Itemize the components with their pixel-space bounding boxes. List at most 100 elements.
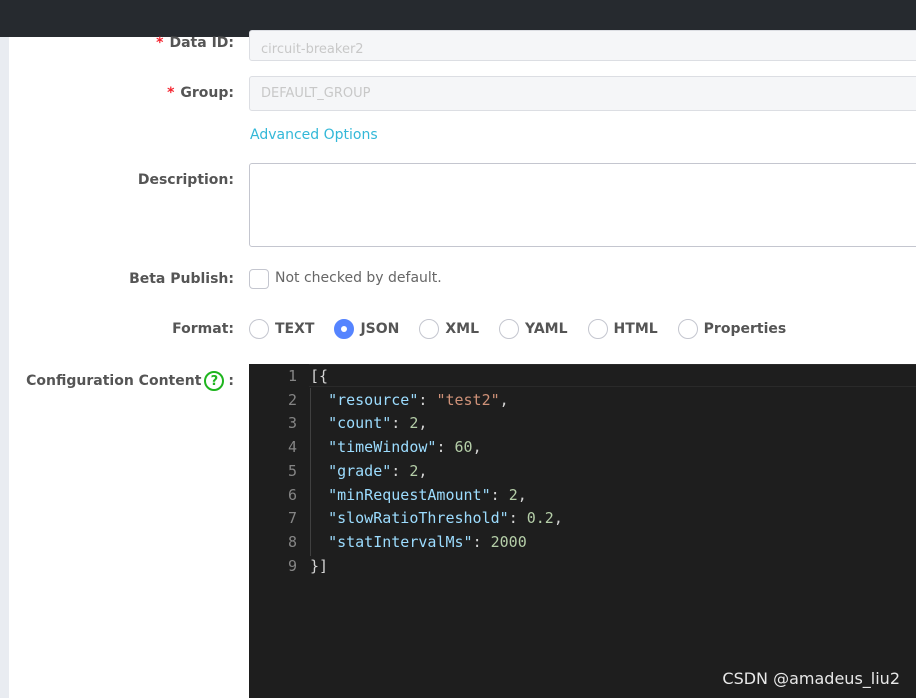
config-content-label-text: Configuration Content	[26, 373, 202, 389]
code-text: "grade": 2,	[310, 462, 427, 480]
code-token: :	[391, 414, 410, 433]
data-id-value: circuit-breaker2	[261, 42, 364, 57]
line-number: 2	[287, 390, 297, 409]
code-token: "slowRatioThreshold"	[328, 509, 509, 528]
watermark: CSDN @amadeus_liu2	[722, 669, 900, 688]
radio-circle-icon	[249, 319, 269, 339]
group-value: DEFAULT_GROUP	[261, 86, 371, 101]
code-text: "resource": "test2",	[310, 391, 509, 409]
data-id-label-text: Data ID:	[169, 35, 234, 51]
line-number: 3	[287, 414, 297, 433]
code-text: "minRequestAmount": 2,	[310, 486, 527, 504]
code-token: ,	[472, 438, 482, 457]
radio-label: XML	[445, 321, 480, 337]
code-line: 6 "minRequestAmount": 2,	[249, 483, 916, 507]
code-line: 2 "resource": "test2",	[249, 388, 916, 412]
group-input[interactable]: DEFAULT_GROUP	[249, 76, 916, 111]
code-text: "slowRatioThreshold": 0.2,	[310, 509, 563, 527]
code-token: "statIntervalMs"	[328, 532, 473, 551]
radio-label: Properties	[703, 321, 787, 337]
code-token: ,	[553, 509, 563, 528]
code-token: :	[508, 509, 527, 528]
code-token: 2000	[490, 532, 527, 551]
code-token: }]	[310, 556, 329, 575]
code-line: 8 "statIntervalMs": 2000	[249, 530, 916, 554]
code-token: :	[391, 461, 410, 480]
code-token: 2	[508, 485, 518, 504]
code-token: ,	[418, 414, 428, 433]
advanced-options-link[interactable]: Advanced Options	[250, 127, 378, 143]
code-token: 60	[454, 438, 473, 457]
format-label: Format:	[172, 321, 234, 337]
code-editor[interactable]: 1[{2 "resource": "test2", 3 "count": 2, 4 …	[249, 364, 916, 698]
format-radio-json[interactable]: JSON	[334, 319, 399, 339]
code-token: "resource"	[328, 390, 419, 409]
code-line: 5 "grade": 2,	[249, 459, 916, 483]
radio-label: TEXT	[275, 321, 315, 337]
radio-circle-icon	[499, 319, 520, 339]
code-text: }]	[310, 557, 328, 575]
line-number: 6	[287, 485, 297, 504]
code-token: :	[472, 532, 491, 551]
format-radio-group: TEXT JSON XML YAML HTML Properties	[249, 319, 806, 339]
code-line: 9}]	[249, 554, 916, 578]
code-token: "count"	[328, 414, 392, 433]
left-sidebar-edge	[0, 37, 9, 698]
description-textarea[interactable]	[249, 163, 916, 247]
radio-circle-icon	[419, 319, 440, 339]
code-token: ,	[418, 461, 428, 480]
beta-publish-text: Not checked by default.	[275, 270, 442, 286]
line-number: 8	[287, 532, 297, 551]
required-mark: *	[167, 85, 175, 101]
radio-label: JSON	[360, 321, 400, 337]
line-number: 4	[287, 438, 297, 457]
radio-circle-icon	[677, 319, 698, 339]
label-colon: :	[228, 373, 234, 389]
code-token: ,	[517, 485, 527, 504]
code-token: "grade"	[328, 461, 392, 480]
data-id-label: * Data ID:	[156, 35, 234, 51]
beta-publish-label: Beta Publish:	[129, 271, 234, 287]
format-radio-text[interactable]: TEXT	[249, 319, 314, 339]
radio-label: YAML	[525, 321, 568, 337]
beta-publish-checkbox[interactable]	[249, 269, 269, 289]
code-token: :	[418, 390, 437, 409]
group-label-text: Group:	[180, 85, 234, 101]
code-token: "test2"	[436, 390, 500, 409]
code-line: 4 "timeWindow": 60,	[249, 435, 916, 459]
radio-label: HTML	[613, 321, 658, 337]
line-number: 5	[287, 461, 297, 480]
code-text: "count": 2,	[310, 414, 427, 432]
config-content-label: Configuration Content?:	[26, 371, 234, 391]
format-radio-html[interactable]: HTML	[587, 319, 658, 339]
code-text: [{	[310, 367, 328, 385]
line-number: 9	[287, 556, 297, 575]
data-id-input[interactable]: circuit-breaker2	[249, 30, 916, 61]
code-token: [{	[310, 367, 329, 385]
code-token: "timeWindow"	[328, 438, 437, 457]
code-token: ,	[499, 390, 509, 409]
group-label: * Group:	[167, 85, 234, 101]
code-token: :	[436, 438, 455, 457]
format-radio-yaml[interactable]: YAML	[499, 319, 568, 339]
code-token: :	[490, 485, 509, 504]
code-text: "statIntervalMs": 2000	[310, 533, 527, 551]
required-mark: *	[156, 35, 164, 51]
code-token: "minRequestAmount"	[328, 485, 491, 504]
format-radio-properties[interactable]: Properties	[677, 319, 787, 339]
line-number: 1	[287, 367, 297, 385]
code-line: 3 "count": 2,	[249, 411, 916, 435]
question-circle-icon[interactable]: ?	[204, 371, 225, 391]
code-line: 7 "slowRatioThreshold": 0.2,	[249, 506, 916, 530]
format-radio-xml[interactable]: XML	[419, 319, 479, 339]
code-text: "timeWindow": 60,	[310, 438, 482, 456]
description-label: Description:	[137, 172, 234, 188]
radio-circle-icon	[587, 319, 608, 339]
